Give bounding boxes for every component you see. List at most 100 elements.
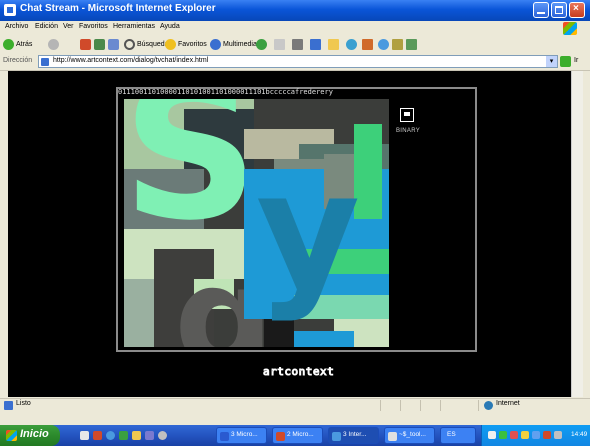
extra3-button[interactable]	[392, 38, 405, 52]
mail-button[interactable]	[274, 38, 287, 52]
windows-logo-icon	[6, 430, 17, 441]
logo-text: artcontext	[262, 365, 335, 379]
search-label: Búsqueda	[137, 41, 169, 48]
extra-button[interactable]	[362, 38, 375, 52]
menu-bar: Archivo Edición Ver Favoritos Herramient…	[0, 21, 590, 38]
toolbar: Atrás Búsqueda Favoritos Multimedia	[0, 37, 590, 55]
tray-network-icon[interactable]	[488, 431, 496, 439]
extra4-button[interactable]	[406, 38, 419, 52]
art-letter-s: S	[124, 99, 259, 262]
close-button[interactable]: ×	[569, 2, 585, 18]
address-label: Dirección	[3, 57, 33, 64]
taskbar-group-label: ES	[447, 431, 456, 438]
back-button[interactable]: Atrás	[3, 38, 32, 52]
art-block	[294, 331, 354, 347]
tray-antivirus-icon[interactable]	[499, 431, 507, 439]
quicklaunch-ie-icon[interactable]	[106, 431, 115, 440]
status-bar: Listo Internet	[0, 398, 590, 412]
tray-app-icon[interactable]	[521, 431, 529, 439]
zone-text: Internet	[496, 400, 520, 407]
quicklaunch-media-icon[interactable]	[119, 431, 128, 440]
taskbar-button-label: 3 Inter...	[343, 431, 367, 438]
home-icon	[108, 38, 119, 50]
powerpoint-icon	[276, 432, 285, 441]
quicklaunch-desktop-icon[interactable]	[80, 431, 89, 440]
start-button[interactable]: Inicio	[0, 425, 60, 446]
menu-herramientas[interactable]: Herramientas	[113, 23, 155, 30]
home-button[interactable]	[108, 38, 121, 52]
quicklaunch-office-icon[interactable]	[93, 431, 102, 440]
go-label[interactable]: Ir	[574, 57, 578, 64]
taskbar-button-label: 3 Micro...	[231, 431, 258, 438]
go-arrow-icon[interactable]	[560, 56, 571, 67]
tray-alert-icon[interactable]	[510, 431, 518, 439]
chevron-down-icon[interactable]: ▾	[546, 56, 557, 67]
menu-favoritos[interactable]: Favoritos	[79, 23, 108, 30]
stop-icon	[80, 38, 91, 50]
favorites-button[interactable]: Favoritos	[165, 38, 207, 52]
quicklaunch-app2-icon[interactable]	[158, 431, 167, 440]
messenger-button[interactable]	[346, 38, 359, 52]
tool-icon	[362, 38, 373, 50]
art-letter-y: y	[256, 137, 361, 324]
word-icon	[220, 432, 229, 441]
mail-icon	[274, 38, 285, 50]
vertical-scrollbar[interactable]	[571, 71, 583, 397]
window-title: Chat Stream - Microsoft Internet Explore…	[20, 3, 216, 14]
favorites-label: Favoritos	[178, 41, 207, 48]
history-icon	[256, 38, 267, 50]
print-button[interactable]	[292, 38, 305, 52]
refresh-button[interactable]	[94, 38, 107, 52]
taskbar-button[interactable]: ~$_tool...	[384, 427, 435, 444]
discuss-button[interactable]	[328, 38, 341, 52]
tray-app3-icon[interactable]	[554, 431, 562, 439]
page-icon	[41, 58, 49, 66]
page-content: 01110011010000110101001101000011101bcccc…	[8, 71, 571, 397]
taskbar-button-active[interactable]: 3 Inter...	[328, 427, 379, 444]
sound-icon	[406, 38, 417, 50]
minimize-button[interactable]	[533, 2, 549, 18]
menu-archivo[interactable]: Archivo	[5, 23, 28, 30]
artcontext-logo[interactable]: artcontext	[262, 365, 335, 379]
menu-ayuda[interactable]: Ayuda	[160, 23, 180, 30]
clock: 14:49	[571, 431, 588, 438]
taskbar-button-label: ~$_tool...	[399, 431, 426, 438]
artwork-canvas[interactable]: S g y	[124, 99, 389, 347]
back-arrow-icon	[3, 38, 14, 50]
address-input[interactable]: http://www.artcontext.com/dialog/tvchat/…	[38, 55, 558, 68]
forward-arrow-icon	[48, 38, 59, 50]
search-button[interactable]: Búsqueda	[124, 38, 169, 52]
binary-label[interactable]: BINARY	[396, 128, 420, 134]
edit-icon	[310, 38, 321, 50]
maximize-button[interactable]	[551, 2, 567, 18]
tray-app2-icon[interactable]	[543, 431, 551, 439]
menu-edicion[interactable]: Edición	[35, 23, 58, 30]
title-bar[interactable]: Chat Stream - Microsoft Internet Explore…	[0, 0, 590, 21]
stop-button[interactable]	[80, 38, 93, 52]
binary-string: 01110011010000110101001101000011101bcccc…	[118, 88, 333, 96]
page-status-icon	[4, 401, 13, 410]
media-button[interactable]: Multimedia	[210, 38, 257, 52]
forward-button[interactable]	[48, 38, 61, 52]
tray-volume-icon[interactable]	[532, 431, 540, 439]
ie-icon	[332, 432, 341, 441]
refresh-icon	[94, 38, 105, 50]
taskbar-button[interactable]: 2 Micro...	[272, 427, 323, 444]
globe-icon	[378, 38, 389, 50]
history-button[interactable]	[256, 38, 269, 52]
start-label: Inicio	[20, 428, 49, 440]
taskbar-button[interactable]: 3 Micro...	[216, 427, 267, 444]
binary-icon[interactable]	[400, 108, 414, 122]
extra2-button[interactable]	[378, 38, 391, 52]
quicklaunch-app-icon[interactable]	[145, 431, 154, 440]
link-icon	[392, 38, 403, 50]
taskbar-button-group[interactable]: ES	[440, 427, 476, 444]
media-icon	[210, 38, 221, 50]
address-value: http://www.artcontext.com/dialog/tvchat/…	[53, 57, 209, 64]
edit-button[interactable]	[310, 38, 323, 52]
ie-icon	[4, 4, 16, 16]
menu-ver[interactable]: Ver	[63, 23, 74, 30]
quicklaunch-folder-icon[interactable]	[132, 431, 141, 440]
search-icon	[124, 38, 135, 50]
document-icon	[388, 432, 397, 441]
